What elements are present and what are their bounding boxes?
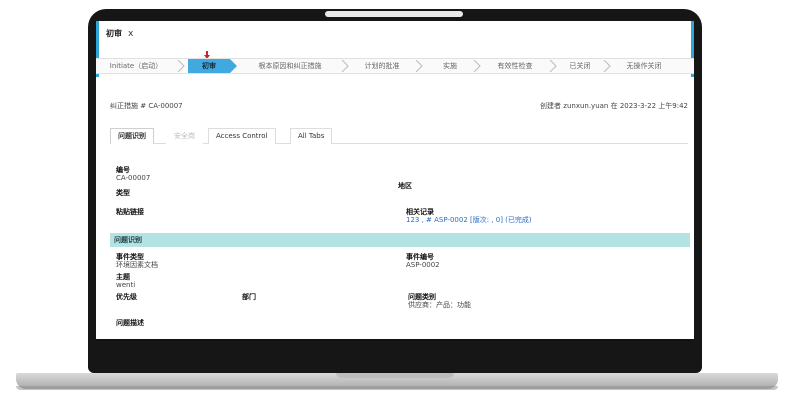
record-title: 纠正措施 # CA-00007 (110, 102, 183, 110)
created-by-info: 创建者 zunxun.yuan 在 2023-3-22 上午9:42 (540, 102, 688, 110)
field-category-value: 供应商：产品：功能 (408, 301, 471, 309)
field-number-value: CA-00007 (116, 174, 151, 182)
stage-initial-review[interactable]: 初审 (188, 59, 237, 73)
field-event-type-label: 事件类型 (116, 253, 144, 261)
field-event-type-value: 环境因素文档 (116, 261, 158, 269)
stage-root-cause[interactable]: 根本原因和纠正措施 (240, 59, 340, 73)
field-priority: 优先级 (116, 293, 137, 301)
stage-effectiveness-check[interactable]: 有效性检查 (484, 59, 546, 73)
field-department-label: 部门 (242, 293, 256, 301)
field-type-label: 类型 (116, 189, 130, 197)
tab-problem-identification[interactable]: 问题识别 (110, 128, 154, 144)
chevron-right-icon (473, 60, 481, 72)
field-event-number-value: ASP-0002 (406, 261, 440, 269)
field-event-number: 事件编号 ASP-0002 (406, 253, 440, 269)
stage-implement[interactable]: 实施 (430, 59, 470, 73)
laptop-notch (336, 373, 454, 378)
record-tabs: 问题识别 安全岗 Access Control All Tabs (110, 128, 688, 144)
field-event-type: 事件类型 环境因素文档 (116, 253, 158, 269)
tab-access-control[interactable]: Access Control (208, 128, 276, 144)
stage-closed-no-action[interactable]: 无操作关闭 (614, 59, 674, 73)
chevron-right-icon (603, 60, 611, 72)
field-priority-label: 优先级 (116, 293, 137, 301)
chevron-right-icon (341, 60, 349, 72)
field-subject-value: wenti (116, 281, 136, 289)
field-department: 部门 (242, 293, 256, 301)
stage-closed[interactable]: 已关闭 (560, 59, 600, 73)
record-tab[interactable]: 初审 x (106, 28, 133, 39)
field-category: 问题类别 供应商：产品：功能 (408, 293, 471, 309)
field-description-label: 问题描述 (116, 319, 144, 327)
field-description: 问题描述 (116, 319, 144, 327)
laptop-base-shadow (16, 386, 778, 390)
record-header: 纠正措施 # CA-00007 创建者 zunxun.yuan 在 2023-3… (110, 101, 688, 111)
stage-initiate[interactable]: Initiate（启动） (98, 59, 174, 73)
field-type: 类型 (116, 189, 130, 197)
field-paste-link-label: 粘贴链接 (116, 208, 144, 216)
field-category-label: 问题类别 (408, 293, 436, 301)
tab-security[interactable]: 安全岗 (166, 128, 203, 144)
chevron-right-icon (549, 60, 557, 72)
field-region-label: 地区 (398, 182, 412, 190)
field-event-number-label: 事件编号 (406, 253, 434, 261)
chevron-right-icon (415, 60, 423, 72)
tab-all-tabs[interactable]: All Tabs (290, 128, 333, 144)
field-region: 地区 (398, 182, 412, 190)
field-related-records: 相关记录 123 , # ASP-0002 [版次: , 0] (已完成) (406, 208, 532, 224)
app-screen: 初审 x Initiate（启动） 初审 根本原因和纠正措施 计划的批准 实施 … (96, 21, 694, 341)
field-subject-label: 主题 (116, 273, 130, 281)
close-icon[interactable]: x (128, 29, 133, 39)
section-header[interactable]: 问题识别 (110, 233, 690, 247)
process-path: Initiate（启动） 初审 根本原因和纠正措施 计划的批准 实施 有效性检查… (96, 58, 694, 74)
field-related-records-label: 相关记录 (406, 208, 434, 216)
screen-bottom-edge (96, 339, 694, 341)
camera-bar (325, 11, 463, 17)
chevron-right-icon (177, 60, 185, 72)
field-subject: 主题 wenti (116, 273, 135, 289)
field-paste-link: 粘贴链接 (116, 208, 144, 216)
record-tab-label: 初审 (106, 29, 122, 38)
stage-plan-approval[interactable]: 计划的批准 (352, 59, 412, 73)
field-number: 编号 CA-00007 (116, 166, 150, 182)
field-number-label: 编号 (116, 166, 130, 174)
related-record-link[interactable]: 123 , # ASP-0002 [版次: , 0] (已完成) (406, 216, 532, 224)
